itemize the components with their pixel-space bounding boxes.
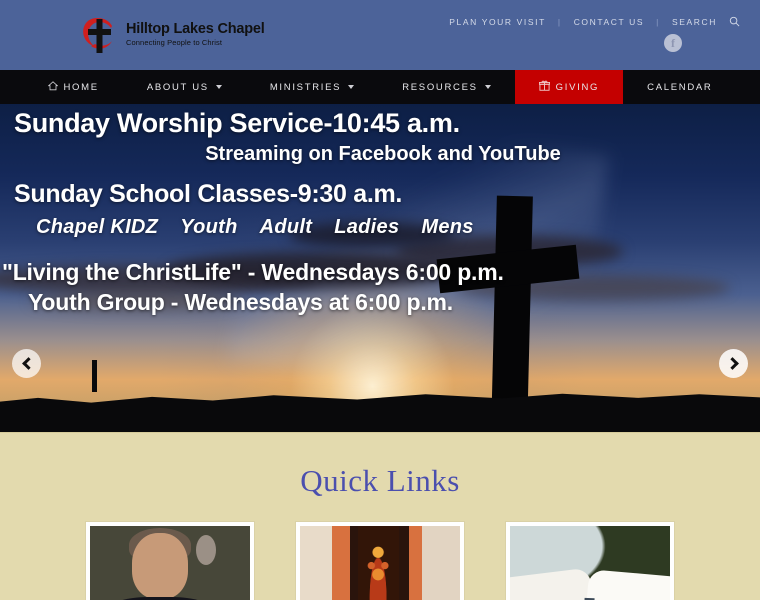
- nav-item-home[interactable]: HOME: [24, 70, 123, 104]
- hero-line-sunday-school: Sunday School Classes-9:30 a.m.: [14, 180, 403, 208]
- chevron-right-icon: [725, 357, 739, 370]
- quick-links-section: Quick Links: [0, 432, 760, 600]
- nav-label-ministries: MINISTRIES: [269, 81, 342, 93]
- pastor-portrait-image: [90, 526, 250, 600]
- nav-item-ministries[interactable]: MINISTRIES: [246, 70, 378, 104]
- quick-links-title: Quick Links: [300, 463, 460, 498]
- main-nav: HOME ABOUT US MINISTRIES RESOURCES GIVIN…: [0, 70, 760, 104]
- site-header: Hilltop Lakes Chapel Connecting People t…: [0, 0, 760, 70]
- nav-item-about-us[interactable]: ABOUT US: [123, 70, 246, 104]
- open-bible-card[interactable]: [506, 522, 674, 600]
- hero-line-worship: Sunday Worship Service-10:45 a.m.: [14, 108, 460, 138]
- glass-frame-left: [349, 526, 358, 600]
- facebook-icon[interactable]: f: [664, 34, 682, 52]
- portrait-hair-side: [195, 534, 216, 565]
- nav-item-resources[interactable]: RESOURCES: [378, 70, 514, 104]
- glass-pillar-left: [332, 526, 350, 600]
- hero-line-christlife: "Living the ChristLife" - Wednesdays 6:0…: [2, 259, 504, 285]
- nav-label-resources: RESOURCES: [402, 81, 478, 93]
- stained-glass-card[interactable]: [296, 522, 464, 600]
- hero-text-block: Sunday Worship Service-10:45 a.m. Stream…: [0, 104, 760, 316]
- class-ladies: Ladies: [334, 216, 400, 238]
- menorah-motif: [365, 536, 392, 600]
- hero-class-list: Chapel KIDZ Youth Adult Ladies Mens: [0, 216, 760, 239]
- utility-nav: PLAN YOUR VISIT | CONTACT US | SEARCH: [449, 16, 740, 27]
- glass-pillar-right: [408, 526, 422, 600]
- portrait-face: [132, 532, 189, 599]
- quick-links-cards: [0, 522, 760, 600]
- nav-item-calendar[interactable]: CALENDAR: [623, 70, 736, 104]
- chevron-down-icon: [215, 85, 222, 89]
- glass-wall-left: [300, 526, 332, 600]
- class-chapel-kidz: Chapel KIDZ: [36, 216, 159, 238]
- utility-separator-1: |: [557, 16, 562, 27]
- nav-label-giving: GIVING: [555, 81, 600, 93]
- gift-icon: [538, 80, 550, 94]
- chevron-down-icon: [484, 85, 491, 89]
- contact-us-link[interactable]: CONTACT US: [574, 17, 644, 27]
- pastor-portrait-card[interactable]: [86, 522, 254, 600]
- nav-item-giving[interactable]: GIVING: [514, 70, 624, 104]
- hero-line-youth-group: Youth Group - Wednesdays at 6:00 p.m.: [28, 289, 453, 315]
- slider-next-button[interactable]: [719, 349, 748, 378]
- logo-title: Hilltop Lakes Chapel: [126, 21, 265, 37]
- hero-slider: Sunday Worship Service-10:45 a.m. Stream…: [0, 104, 760, 432]
- class-youth: Youth: [180, 216, 238, 238]
- nav-label-calendar: CALENDAR: [647, 81, 713, 93]
- chevron-down-icon: [348, 85, 355, 89]
- nav-label-about-us: ABOUT US: [146, 81, 209, 93]
- foreground-post: [92, 360, 97, 392]
- class-adult: Adult: [259, 216, 313, 238]
- stained-glass-window-image: [300, 526, 460, 600]
- class-mens: Mens: [421, 216, 474, 238]
- nav-label-home: HOME: [63, 81, 99, 93]
- open-bible-image: [510, 526, 670, 600]
- cross-swoosh-logo-icon: [78, 13, 122, 57]
- home-icon: [47, 80, 58, 94]
- slider-prev-button[interactable]: [12, 349, 41, 378]
- search-icon[interactable]: [729, 16, 740, 27]
- plan-your-visit-link[interactable]: PLAN YOUR VISIT: [449, 17, 546, 27]
- logo-tagline: Connecting People to Christ: [126, 37, 223, 47]
- chevron-left-icon: [21, 357, 35, 370]
- hero-line-streaming: Streaming on Facebook and YouTube: [205, 143, 561, 165]
- site-logo[interactable]: Hilltop Lakes Chapel Connecting People t…: [78, 13, 265, 57]
- utility-separator-2: |: [656, 16, 660, 27]
- glass-wall-right: [421, 526, 460, 600]
- glass-frame-right: [399, 526, 409, 600]
- glass-window-panel: [357, 526, 400, 600]
- search-link[interactable]: SEARCH: [672, 17, 717, 27]
